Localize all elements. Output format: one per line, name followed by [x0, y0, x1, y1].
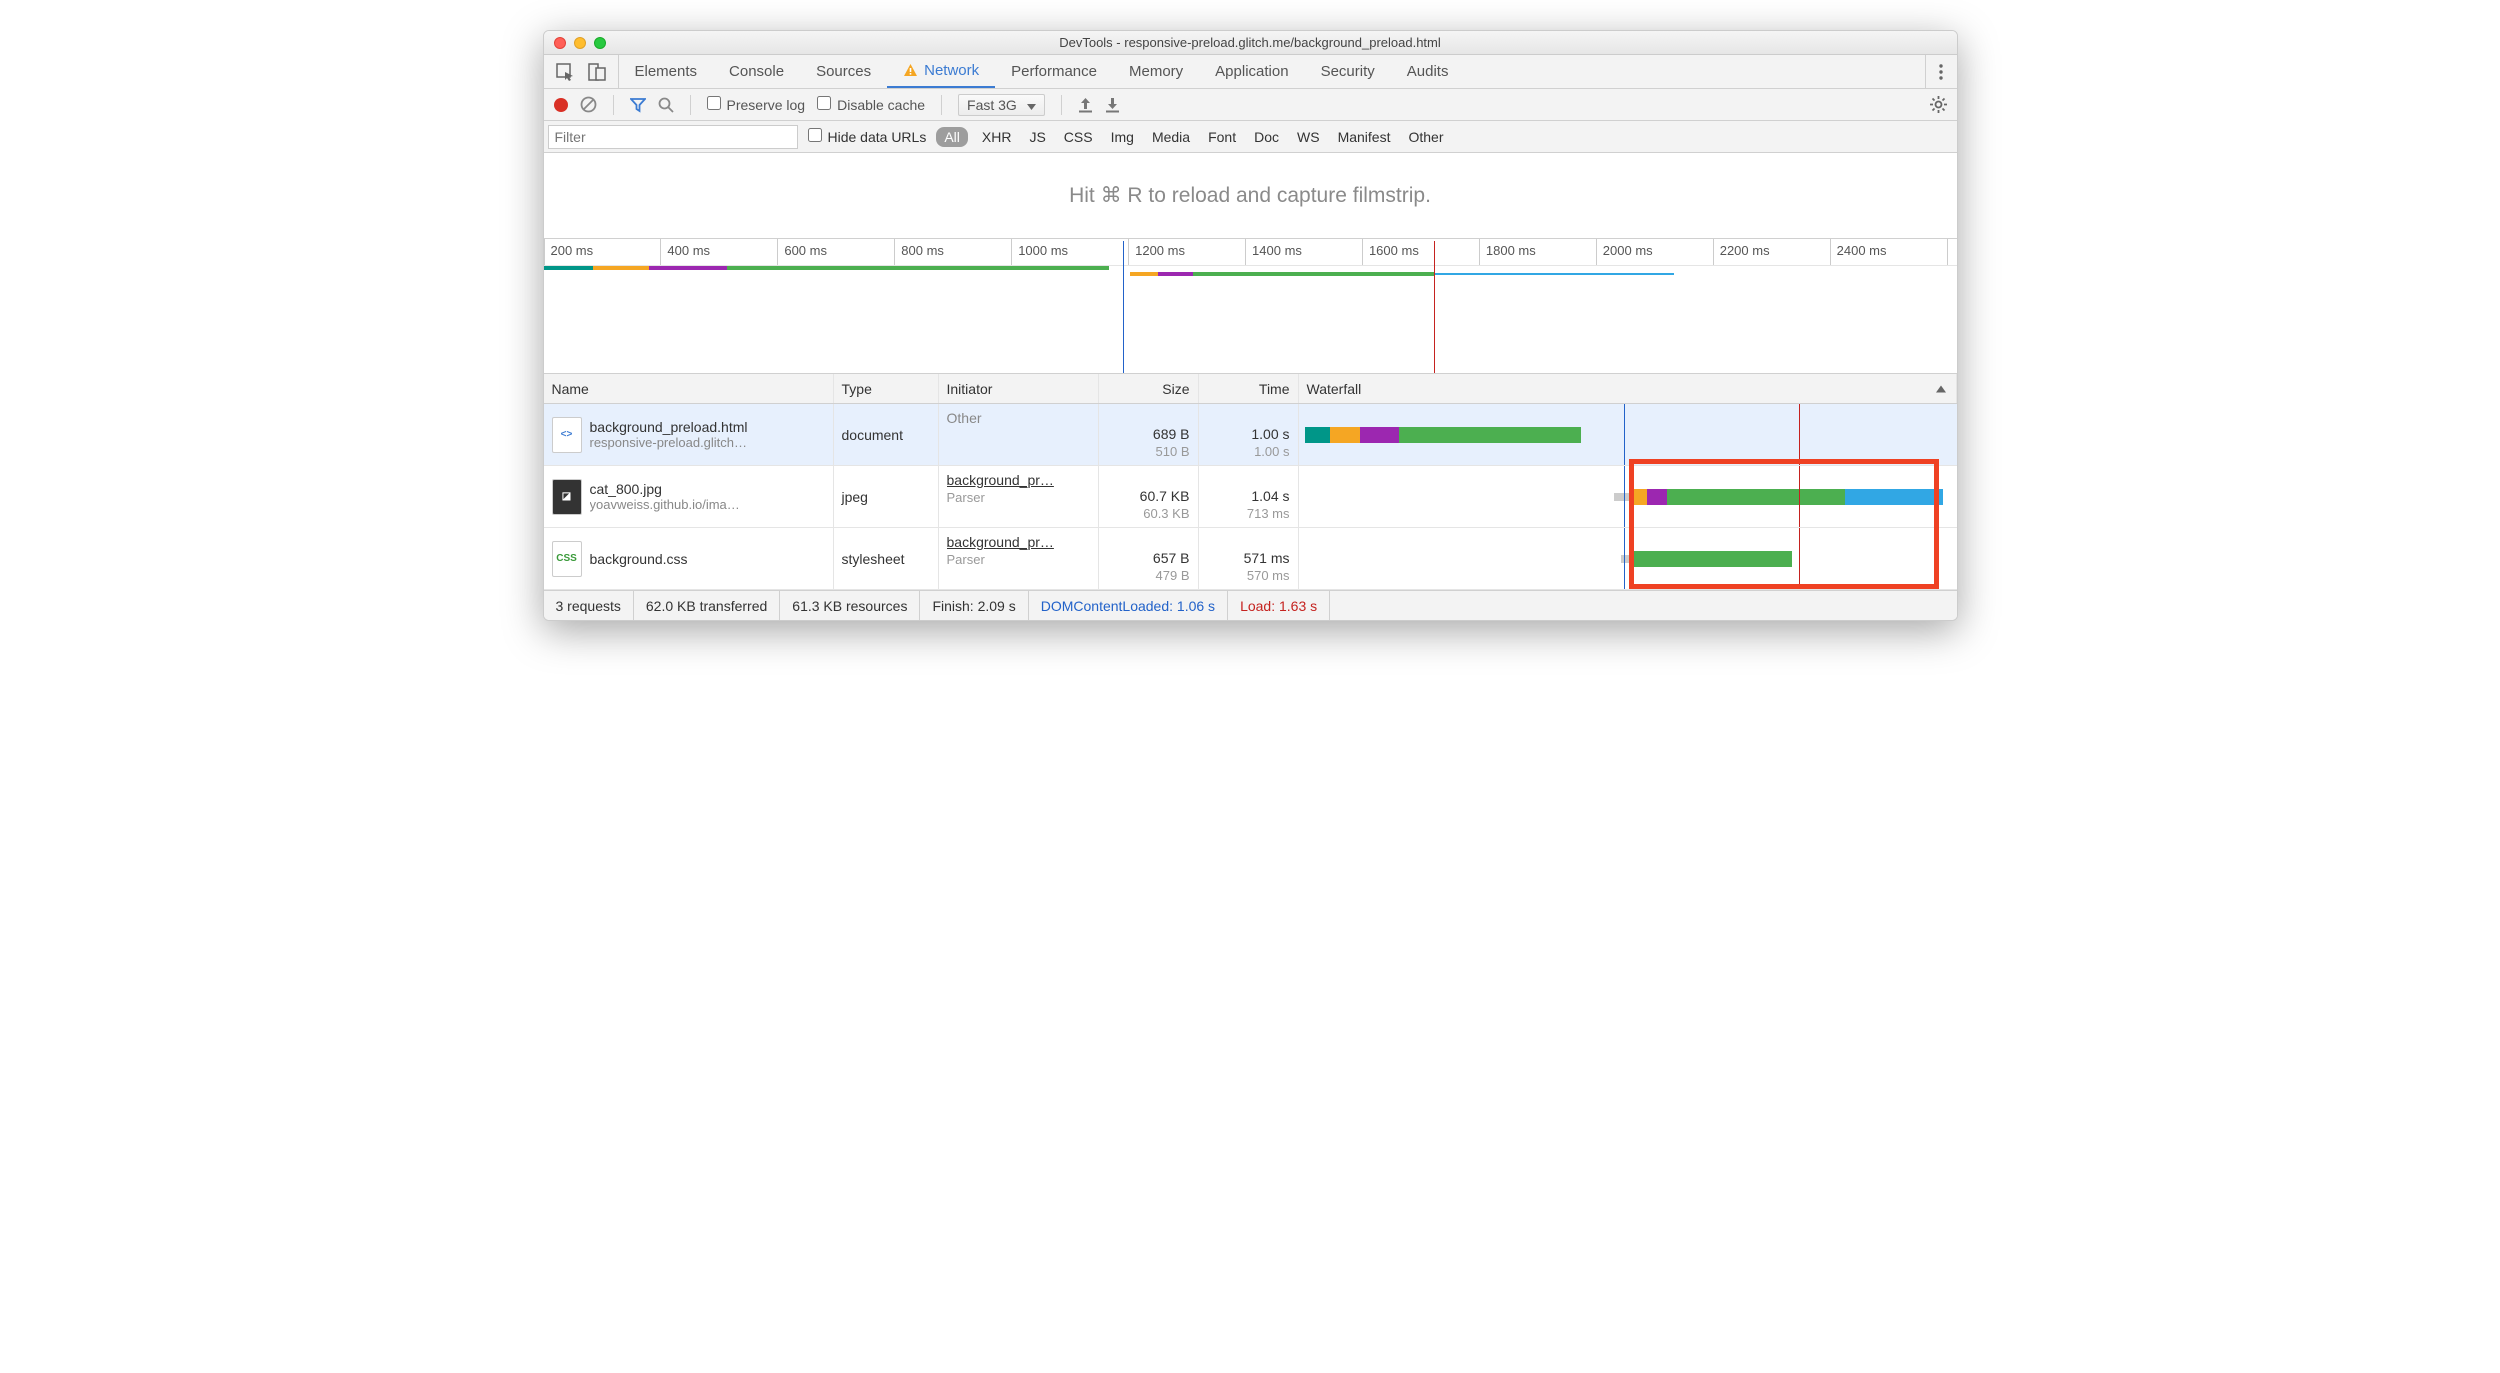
status-requests: 3 requests: [544, 591, 634, 620]
request-initiator: Other: [947, 410, 982, 426]
type-img[interactable]: Img: [1107, 127, 1138, 147]
titlebar: DevTools - responsive-preload.glitch.me/…: [544, 31, 1957, 55]
clear-icon[interactable]: [580, 96, 597, 113]
col-waterfall[interactable]: Waterfall: [1299, 374, 1957, 403]
status-load: Load: 1.63 s: [1228, 591, 1330, 620]
document-icon: <>: [552, 417, 582, 453]
request-domain: responsive-preload.glitch…: [590, 435, 748, 450]
disable-cache-checkbox[interactable]: Disable cache: [817, 96, 925, 113]
type-other[interactable]: Other: [1404, 127, 1447, 147]
device-mode-icon[interactable]: [588, 63, 606, 81]
col-initiator[interactable]: Initiator: [939, 374, 1099, 403]
type-doc[interactable]: Doc: [1250, 127, 1283, 147]
warning-icon: [903, 63, 918, 78]
request-type: stylesheet: [834, 528, 939, 589]
download-icon[interactable]: [1105, 97, 1120, 113]
filter-bar: Hide data URLs All XHR JS CSS Img Media …: [544, 121, 1957, 153]
tab-sources[interactable]: Sources: [800, 55, 887, 88]
filter-icon[interactable]: [630, 97, 646, 113]
type-all[interactable]: All: [936, 127, 968, 147]
type-js[interactable]: JS: [1025, 127, 1049, 147]
tick: 800 ms: [894, 239, 1011, 265]
more-icon[interactable]: [1925, 55, 1957, 88]
tick: 1600 ms: [1362, 239, 1479, 265]
dcl-marker: [1123, 241, 1124, 373]
tick: 1000 ms: [1011, 239, 1128, 265]
image-icon: ◪: [552, 479, 582, 515]
filter-input[interactable]: [548, 125, 798, 149]
throttle-select[interactable]: Fast 3G: [958, 94, 1045, 116]
waterfall-cell: [1299, 466, 1957, 527]
status-bar: 3 requests 62.0 KB transferred 61.3 KB r…: [544, 590, 1957, 620]
upload-icon[interactable]: [1078, 97, 1093, 113]
preserve-log-checkbox[interactable]: Preserve log: [707, 96, 806, 113]
waterfall-cell: [1299, 404, 1957, 465]
load-marker: [1434, 241, 1435, 373]
type-font[interactable]: Font: [1204, 127, 1240, 147]
status-finish: Finish: 2.09 s: [920, 591, 1028, 620]
hide-data-urls-checkbox[interactable]: Hide data URLs: [808, 128, 927, 145]
chevron-down-icon: [1027, 97, 1036, 113]
css-icon: CSS: [552, 541, 582, 577]
tab-application[interactable]: Application: [1199, 55, 1304, 88]
status-transferred: 62.0 KB transferred: [634, 591, 780, 620]
col-time[interactable]: Time: [1199, 374, 1299, 403]
tab-network[interactable]: Network: [887, 55, 995, 88]
type-media[interactable]: Media: [1148, 127, 1194, 147]
type-ws[interactable]: WS: [1293, 127, 1324, 147]
col-type[interactable]: Type: [834, 374, 939, 403]
tab-elements[interactable]: Elements: [619, 55, 714, 88]
tick: 400 ms: [660, 239, 777, 265]
type-xhr[interactable]: XHR: [978, 127, 1016, 147]
request-initiator[interactable]: background_pr…: [947, 534, 1054, 550]
filmstrip-hint: Hit ⌘ R to reload and capture filmstrip.: [1069, 183, 1431, 208]
table-row[interactable]: <> background_preload.html responsive-pr…: [544, 404, 1957, 466]
waterfall-cell: [1299, 528, 1957, 589]
tick: 2400 ms: [1830, 239, 1947, 265]
tab-console[interactable]: Console: [713, 55, 800, 88]
tick: 1800 ms: [1479, 239, 1596, 265]
tick: 2000 ms: [1596, 239, 1713, 265]
tab-audits[interactable]: Audits: [1391, 55, 1465, 88]
status-resources: 61.3 KB resources: [780, 591, 920, 620]
select-element-icon[interactable]: [556, 63, 574, 81]
table-row[interactable]: ◪ cat_800.jpg yoavweiss.github.io/ima… j…: [544, 466, 1957, 528]
filmstrip-area: Hit ⌘ R to reload and capture filmstrip.: [544, 153, 1957, 239]
tab-memory[interactable]: Memory: [1113, 55, 1199, 88]
request-name: background_preload.html: [590, 419, 748, 435]
gear-icon[interactable]: [1930, 96, 1947, 113]
sort-asc-icon: [1936, 385, 1946, 392]
window-title: DevTools - responsive-preload.glitch.me/…: [544, 35, 1957, 50]
tick: 200 ms: [544, 239, 661, 265]
timeline-overview-row2: [544, 272, 1957, 278]
timeline-ruler[interactable]: 200 ms 400 ms 600 ms 800 ms 1000 ms 1200…: [544, 239, 1957, 374]
tick: 1200 ms: [1128, 239, 1245, 265]
tick: 1400 ms: [1245, 239, 1362, 265]
request-type: document: [834, 404, 939, 465]
table-body: <> background_preload.html responsive-pr…: [544, 404, 1957, 590]
devtools-window: DevTools - responsive-preload.glitch.me/…: [543, 30, 1958, 621]
tick: 2200 ms: [1713, 239, 1830, 265]
tick: 600 ms: [777, 239, 894, 265]
table-row[interactable]: CSS background.css stylesheet background…: [544, 528, 1957, 590]
col-name[interactable]: Name: [544, 374, 834, 403]
status-dcl: DOMContentLoaded: 1.06 s: [1029, 591, 1228, 620]
request-type: jpeg: [834, 466, 939, 527]
request-domain: yoavweiss.github.io/ima…: [590, 497, 740, 512]
main-tabs: Elements Console Sources Network Perform…: [544, 55, 1957, 89]
request-name: background.css: [590, 551, 688, 567]
tab-security[interactable]: Security: [1305, 55, 1391, 88]
type-css[interactable]: CSS: [1060, 127, 1097, 147]
col-size[interactable]: Size: [1099, 374, 1199, 403]
table-header: Name Type Initiator Size Time Waterfall: [544, 374, 1957, 404]
request-name: cat_800.jpg: [590, 481, 740, 497]
request-initiator[interactable]: background_pr…: [947, 472, 1054, 488]
network-toolbar: Preserve log Disable cache Fast 3G: [544, 89, 1957, 121]
tab-performance[interactable]: Performance: [995, 55, 1113, 88]
search-icon[interactable]: [658, 97, 674, 113]
type-manifest[interactable]: Manifest: [1334, 127, 1395, 147]
record-icon[interactable]: [554, 98, 568, 112]
